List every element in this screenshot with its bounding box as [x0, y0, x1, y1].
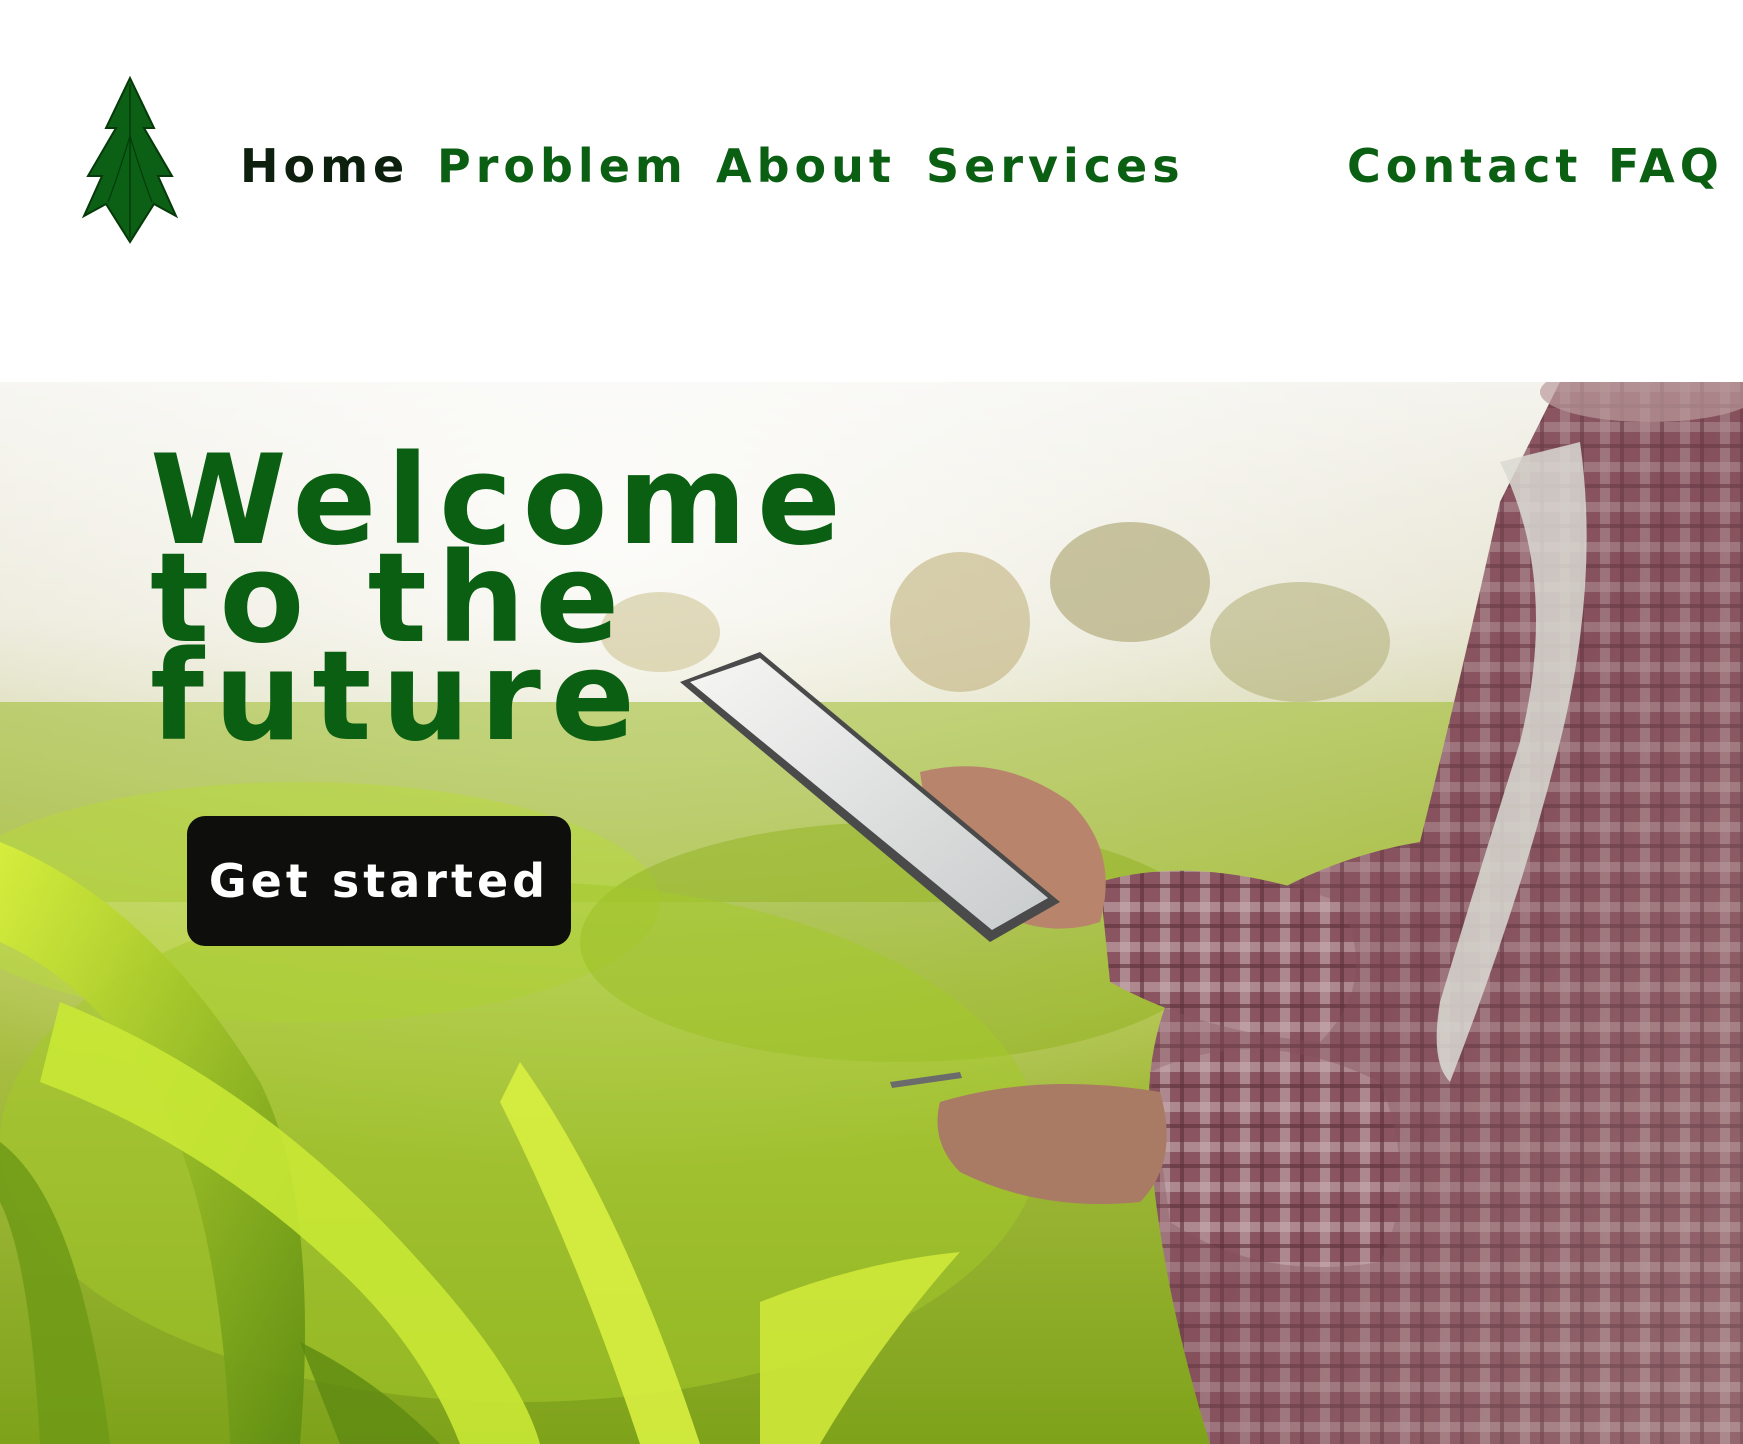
- landing-page: Home Problem About Services Contact FAQ: [0, 0, 1743, 1444]
- nav-faq[interactable]: FAQ: [1608, 136, 1724, 196]
- hero-section: Welcome to the future Get started: [0, 382, 1743, 1444]
- hero-title-line-3: future: [150, 625, 646, 769]
- nav-problem[interactable]: Problem: [437, 136, 688, 196]
- leaf-arrow-logo-icon[interactable]: [82, 76, 178, 244]
- hero-title: Welcome to the future: [150, 439, 851, 769]
- nav-contact[interactable]: Contact: [1347, 136, 1582, 196]
- nav-services[interactable]: Services: [926, 136, 1185, 196]
- nav-about[interactable]: About: [716, 136, 896, 196]
- get-started-button[interactable]: Get started: [187, 816, 571, 946]
- nav-home[interactable]: Home: [240, 136, 409, 196]
